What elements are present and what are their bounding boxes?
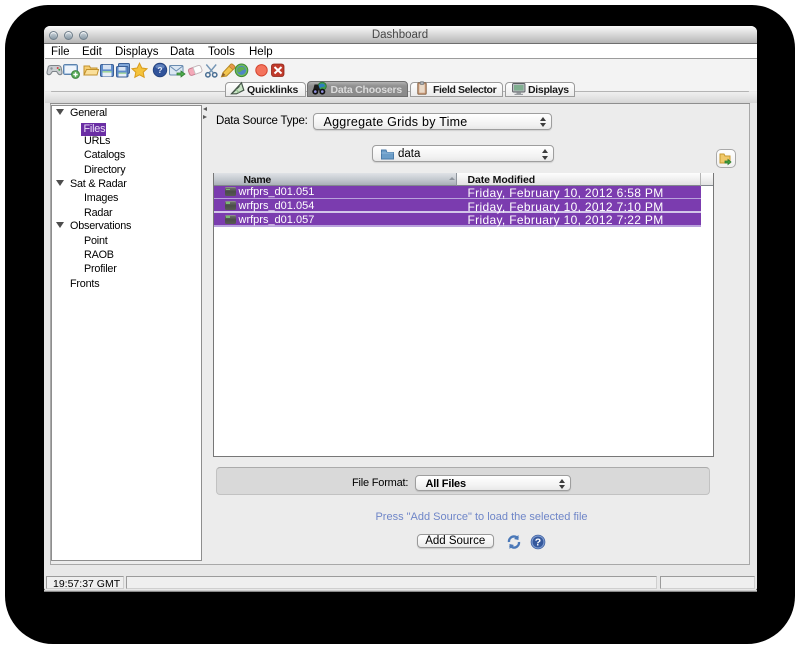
- svg-text:?: ?: [157, 65, 162, 75]
- svg-text:?: ?: [534, 537, 540, 549]
